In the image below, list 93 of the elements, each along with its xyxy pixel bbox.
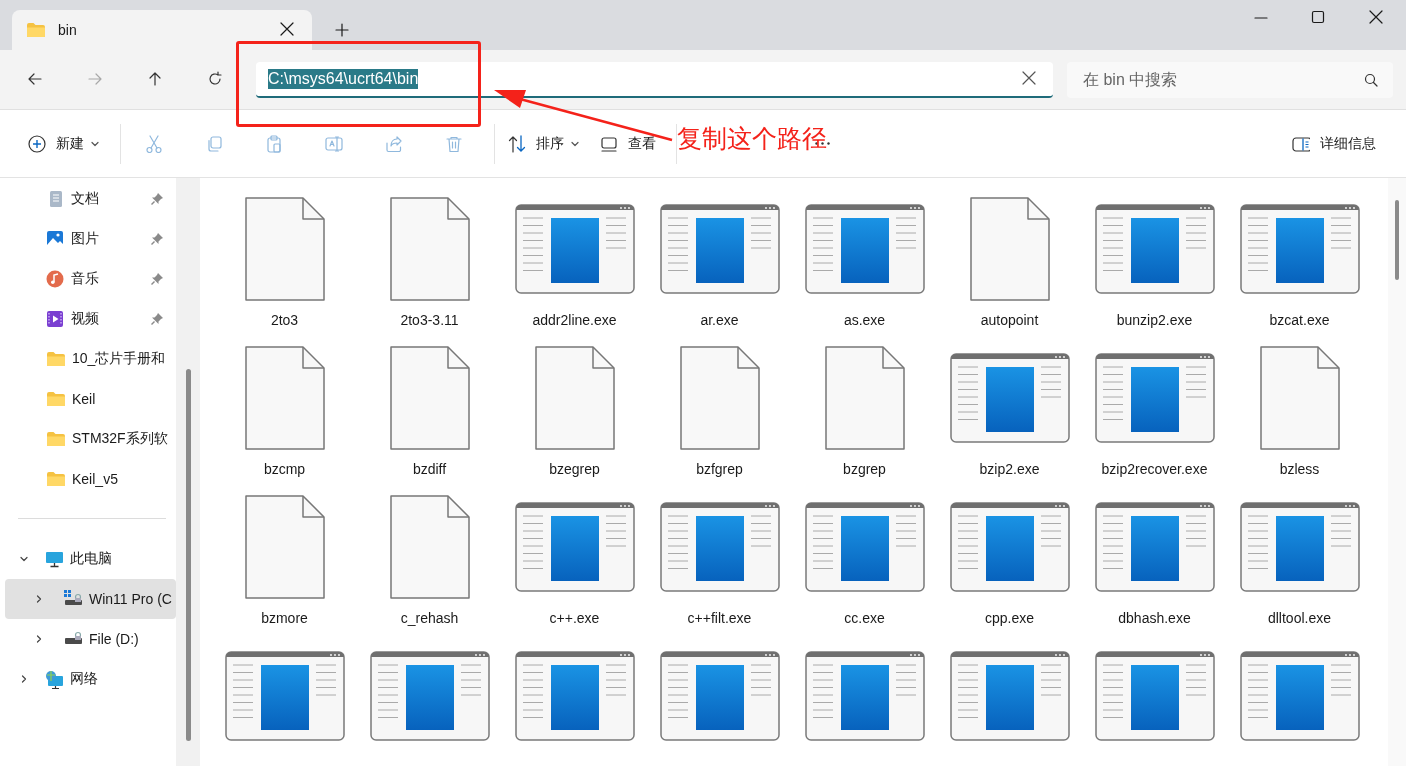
file-icon	[244, 197, 325, 301]
file-item[interactable]: bzip2.exe	[937, 342, 1082, 479]
sidebar-item[interactable]: 图片	[0, 219, 176, 259]
scrollbar[interactable]	[176, 178, 200, 766]
sidebar-item[interactable]: STM32F系列软	[0, 419, 176, 459]
application-icon	[1094, 502, 1215, 592]
file-item[interactable]: bzip2recover.exe	[1082, 342, 1227, 479]
application-icon	[949, 353, 1070, 443]
tree-item[interactable]: File (D:)	[5, 619, 176, 659]
scrollbar-thumb[interactable]	[1395, 200, 1399, 280]
folder-icon	[46, 351, 66, 367]
file-item[interactable]: bzegrep	[502, 342, 647, 479]
folder-icon	[26, 22, 46, 38]
file-item[interactable]: addr2line.exe	[502, 193, 647, 330]
picture-icon	[46, 229, 65, 249]
tab[interactable]: bin	[12, 10, 312, 50]
file-item[interactable]: autopoint	[937, 193, 1082, 330]
search-field[interactable]: 在 bin 中搜索	[1067, 61, 1393, 98]
scrollbar-thumb[interactable]	[185, 369, 191, 741]
application-icon	[659, 502, 780, 592]
application-icon	[514, 651, 635, 741]
sidebar-item[interactable]: 10_芯片手册和	[0, 339, 176, 379]
file-item[interactable]: c++filt.exe	[647, 491, 792, 628]
minimize-icon	[1254, 17, 1268, 19]
details-button[interactable]: 详细信息	[1282, 123, 1386, 164]
tree-item[interactable]: 此电脑	[0, 539, 176, 579]
file-item[interactable]: dlltool.exe	[1227, 491, 1372, 628]
application-icon	[804, 204, 925, 294]
file-icon	[1259, 346, 1340, 450]
application-icon	[514, 204, 635, 294]
application-icon	[804, 502, 925, 592]
file-icon	[534, 346, 615, 450]
address-field[interactable]: C:\msys64\ucrt64\bin	[256, 61, 1053, 98]
view-button[interactable]: 查看	[590, 123, 666, 164]
file-icon	[824, 346, 905, 450]
file-icon	[679, 346, 760, 450]
file-item[interactable]: 2to3-3.11	[357, 193, 502, 330]
application-icon	[949, 502, 1070, 592]
plus-icon	[334, 22, 350, 38]
sidebar-item[interactable]: 文档	[0, 179, 176, 219]
file-item[interactable]: bzcmp	[212, 342, 357, 479]
folder-icon	[46, 431, 66, 447]
file-icon	[389, 197, 470, 301]
application-icon	[224, 651, 345, 741]
application-icon	[804, 651, 925, 741]
application-icon	[659, 651, 780, 741]
file-item[interactable]: bzless	[1227, 342, 1372, 479]
application-icon	[369, 651, 490, 741]
file-item[interactable]: bzdiff	[357, 342, 502, 479]
network-icon	[45, 669, 64, 689]
application-icon	[1094, 204, 1215, 294]
file-item[interactable]: bzgrep	[792, 342, 937, 479]
sidebar-item[interactable]: Keil_v5	[0, 459, 176, 499]
file-item[interactable]: dbhash.exe	[1082, 491, 1227, 628]
file-item[interactable]: cpp.exe	[937, 491, 1082, 628]
application-icon	[949, 651, 1070, 741]
file-item[interactable]: ar.exe	[647, 193, 792, 330]
file-icon	[389, 495, 470, 599]
file-item[interactable]: bunzip2.exe	[1082, 193, 1227, 330]
application-icon	[659, 204, 780, 294]
file-item[interactable]: bzcat.exe	[1227, 193, 1372, 330]
file-icon	[969, 197, 1050, 301]
file-item[interactable]: c_rehash	[357, 491, 502, 628]
new-button[interactable]: 新建	[18, 123, 110, 164]
file-item[interactable]: c++.exe	[502, 491, 647, 628]
file-icon	[389, 346, 470, 450]
monitor-icon	[45, 549, 64, 569]
application-icon	[1094, 651, 1215, 741]
application-icon	[514, 502, 635, 592]
sidebar-item[interactable]: 音乐	[0, 259, 176, 299]
folder-icon	[46, 471, 66, 487]
sort-button[interactable]: 排序	[498, 123, 590, 164]
annotation-text: 复制这个路径	[677, 123, 827, 154]
sidebar-item[interactable]: Keil	[0, 379, 176, 419]
application-icon	[1239, 204, 1360, 294]
scrollbar[interactable]	[1388, 178, 1406, 766]
sidebar-item[interactable]: 视频	[0, 299, 176, 339]
file-item[interactable]: bzfgrep	[647, 342, 792, 479]
file-item[interactable]: 2to3	[212, 193, 357, 330]
folder-icon	[46, 391, 66, 407]
search-icon	[1363, 71, 1379, 88]
application-icon	[1239, 502, 1360, 592]
application-icon	[1239, 651, 1360, 741]
application-icon	[1094, 353, 1215, 443]
file-icon	[244, 346, 325, 450]
tree-item[interactable]: 网络	[0, 659, 176, 699]
file-item[interactable]: bzmore	[212, 491, 357, 628]
file-item[interactable]: cc.exe	[792, 491, 937, 628]
tree-item[interactable]: Win11 Pro (C	[5, 579, 176, 619]
music-icon	[46, 269, 65, 289]
video-icon	[46, 309, 65, 329]
file-item[interactable]: as.exe	[792, 193, 937, 330]
file-icon	[244, 495, 325, 599]
